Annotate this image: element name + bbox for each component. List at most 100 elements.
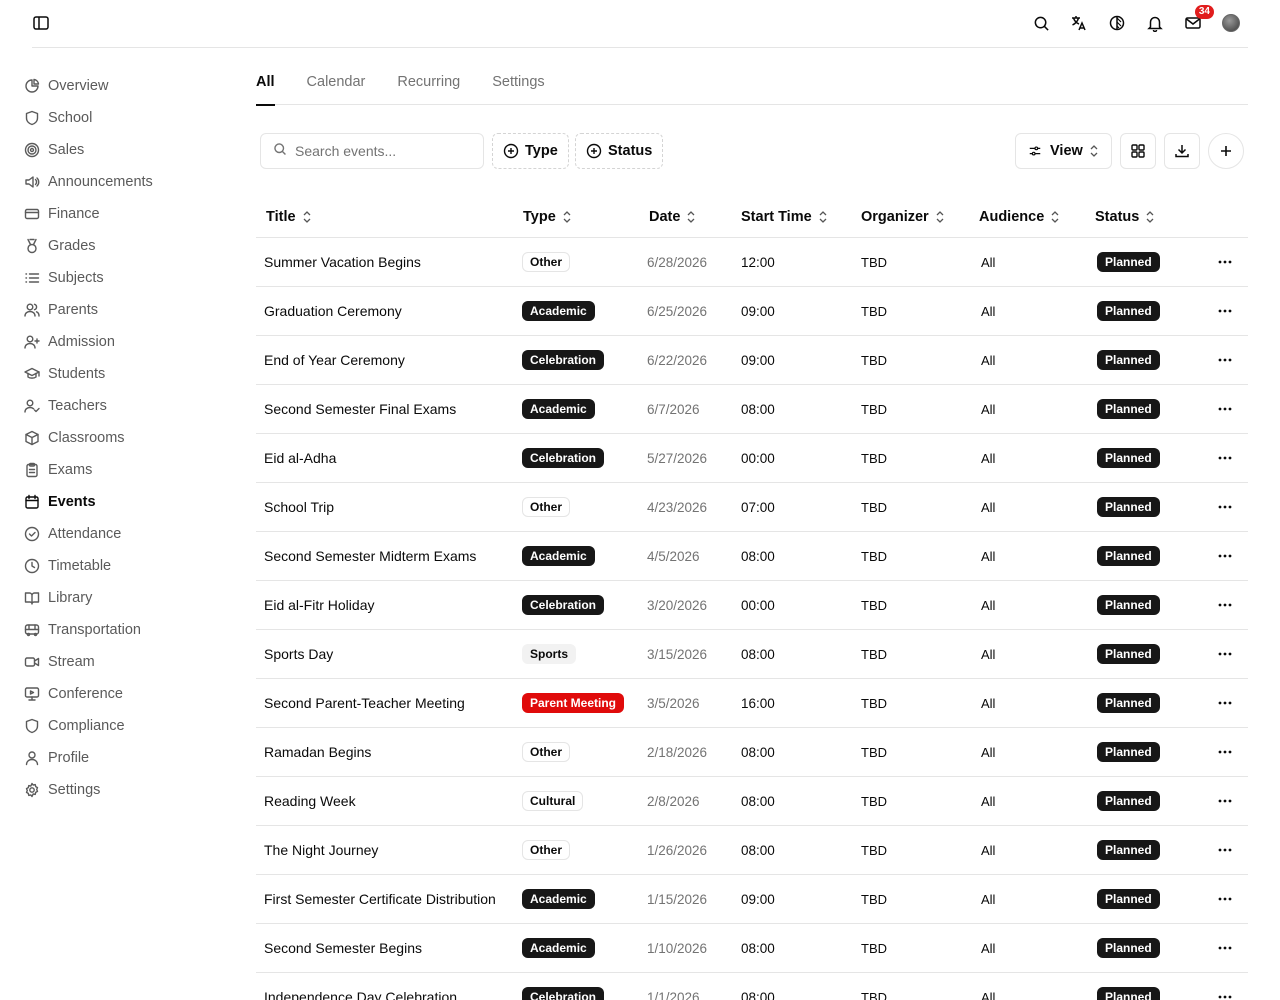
- row-actions-button[interactable]: [1194, 798, 1248, 804]
- user-avatar[interactable]: [1220, 12, 1242, 34]
- column-header-organizer[interactable]: Organizer: [851, 209, 969, 225]
- table-row[interactable]: Second Semester Begins Academic 1/10/2026 0…: [256, 924, 1248, 973]
- sidebar-item-school[interactable]: School: [24, 102, 224, 134]
- tab-all[interactable]: All: [256, 60, 275, 106]
- sidebar-item-subjects[interactable]: Subjects: [24, 262, 224, 294]
- event-date: 6/7/2026: [647, 401, 700, 417]
- sidebar-item-label: Announcements: [48, 174, 153, 190]
- row-actions-button[interactable]: [1194, 357, 1248, 363]
- sidebar-item-grades[interactable]: Grades: [24, 230, 224, 262]
- mail-icon[interactable]: 34: [1182, 5, 1214, 34]
- row-actions-button[interactable]: [1194, 504, 1248, 510]
- row-actions-button[interactable]: [1194, 945, 1248, 951]
- table-row[interactable]: School Trip Other 4/23/2026 07:00 TBD All Plan…: [256, 483, 1248, 532]
- type-badge: Sports: [522, 644, 577, 664]
- sidebar-item-overview[interactable]: Overview: [24, 70, 224, 102]
- table-row[interactable]: First Semester Certificate Distribution A…: [256, 875, 1248, 924]
- column-header-status[interactable]: Status: [1084, 209, 1194, 225]
- add-event-button[interactable]: [1208, 133, 1244, 169]
- sidebar-item-parents[interactable]: Parents: [24, 294, 224, 326]
- row-actions-button[interactable]: [1194, 602, 1248, 608]
- type-cell: Other: [513, 252, 637, 272]
- sidebar-item-stream[interactable]: Stream: [24, 646, 224, 678]
- type-cell: Academic: [513, 546, 637, 566]
- grid-view-button[interactable]: [1120, 133, 1156, 169]
- row-actions-button[interactable]: [1194, 651, 1248, 657]
- sidebar-item-teachers[interactable]: Teachers: [24, 390, 224, 422]
- view-options-button[interactable]: View: [1015, 133, 1112, 169]
- row-actions-button[interactable]: [1194, 455, 1248, 461]
- event-organizer: TBD: [861, 793, 887, 809]
- type-badge: Academic: [522, 399, 595, 419]
- table-row[interactable]: Ramadan Begins Other 2/18/2026 08:00 TBD All P…: [256, 728, 1248, 777]
- event-start-time: 00:00: [741, 597, 775, 613]
- search-input[interactable]: [295, 143, 465, 159]
- sidebar-item-library[interactable]: Library: [24, 582, 224, 614]
- sidebar-item-settings[interactable]: Settings: [24, 774, 224, 806]
- sidebar-item-compliance[interactable]: Compliance: [24, 710, 224, 742]
- tab-calendar[interactable]: Calendar: [307, 60, 366, 105]
- table-row[interactable]: End of Year Ceremony Celebration 6/22/2026…: [256, 336, 1248, 385]
- sidebar-toggle-icon[interactable]: [32, 14, 50, 32]
- event-start-time: 09:00: [741, 303, 775, 319]
- row-actions-button[interactable]: [1194, 847, 1248, 853]
- table-row[interactable]: Sports Day Sports 3/15/2026 08:00 TBD All Plan…: [256, 630, 1248, 679]
- sidebar-item-conference[interactable]: Conference: [24, 678, 224, 710]
- row-actions-button[interactable]: [1194, 553, 1248, 559]
- translate-icon[interactable]: [1068, 12, 1090, 34]
- sidebar: Overview School Sales Announcements Finance G…: [24, 70, 224, 806]
- download-button[interactable]: [1164, 133, 1200, 169]
- sidebar-item-classrooms[interactable]: Classrooms: [24, 422, 224, 454]
- event-audience: All: [981, 303, 996, 319]
- row-actions-button[interactable]: [1194, 406, 1248, 412]
- theme-icon[interactable]: [1106, 12, 1128, 34]
- table-row[interactable]: Second Parent-Teacher Meeting Parent Meet…: [256, 679, 1248, 728]
- event-start-time: 00:00: [741, 450, 775, 466]
- table-row[interactable]: Reading Week Cultural 2/8/2026 08:00 TBD All P…: [256, 777, 1248, 826]
- table-row[interactable]: Independence Day Celebration Celebration 1…: [256, 973, 1248, 1000]
- sidebar-item-profile[interactable]: Profile: [24, 742, 224, 774]
- sidebar-item-timetable[interactable]: Timetable: [24, 550, 224, 582]
- sidebar-item-exams[interactable]: Exams: [24, 454, 224, 486]
- status-badge: Planned: [1097, 399, 1160, 419]
- table-row[interactable]: Second Semester Midterm Exams Academic 4/5…: [256, 532, 1248, 581]
- column-header-start-time[interactable]: Start Time: [732, 209, 851, 225]
- tab-settings[interactable]: Settings: [492, 60, 544, 105]
- shield-icon: [24, 110, 40, 126]
- sidebar-item-label: School: [48, 110, 93, 126]
- type-filter-button[interactable]: Type: [492, 133, 569, 169]
- sidebar-item-attendance[interactable]: Attendance: [24, 518, 224, 550]
- row-actions-button[interactable]: [1194, 308, 1248, 314]
- table-row[interactable]: Graduation Ceremony Academic 6/25/2026 09:0…: [256, 287, 1248, 336]
- table-row[interactable]: Summer Vacation Begins Other 6/28/2026 12:0…: [256, 238, 1248, 287]
- table-row[interactable]: Second Semester Final Exams Academic 6/7/2…: [256, 385, 1248, 434]
- status-filter-button[interactable]: Status: [575, 133, 664, 169]
- sidebar-item-finance[interactable]: Finance: [24, 198, 224, 230]
- sidebar-item-events[interactable]: Events: [24, 486, 224, 518]
- status-cell: Planned: [1084, 791, 1194, 811]
- event-organizer: TBD: [861, 940, 887, 956]
- column-header-type[interactable]: Type: [513, 209, 637, 225]
- sidebar-item-students[interactable]: Students: [24, 358, 224, 390]
- row-actions-button[interactable]: [1194, 700, 1248, 706]
- column-header-title[interactable]: Title: [256, 209, 513, 225]
- bell-icon[interactable]: [1144, 12, 1166, 34]
- sidebar-item-sales[interactable]: Sales: [24, 134, 224, 166]
- search-icon[interactable]: [1030, 12, 1052, 34]
- sidebar-item-announcements[interactable]: Announcements: [24, 166, 224, 198]
- row-actions-button[interactable]: [1194, 259, 1248, 265]
- row-actions-button[interactable]: [1194, 994, 1248, 1000]
- column-header-date[interactable]: Date: [637, 209, 732, 225]
- table-row[interactable]: Eid al-Fitr Holiday Celebration 3/20/2026 0…: [256, 581, 1248, 630]
- sidebar-item-admission[interactable]: Admission: [24, 326, 224, 358]
- event-start-time: 08:00: [741, 989, 775, 1000]
- tab-recurring[interactable]: Recurring: [397, 60, 460, 105]
- row-actions-button[interactable]: [1194, 749, 1248, 755]
- table-row[interactable]: The Night Journey Other 1/26/2026 08:00 TBD A…: [256, 826, 1248, 875]
- column-header-audience[interactable]: Audience: [969, 209, 1084, 225]
- sidebar-item-transportation[interactable]: Transportation: [24, 614, 224, 646]
- table-row[interactable]: Eid al-Adha Celebration 5/27/2026 00:00 TBD A…: [256, 434, 1248, 483]
- event-title: Independence Day Celebration: [264, 989, 458, 1000]
- row-actions-button[interactable]: [1194, 896, 1248, 902]
- plus-icon: [1221, 146, 1231, 156]
